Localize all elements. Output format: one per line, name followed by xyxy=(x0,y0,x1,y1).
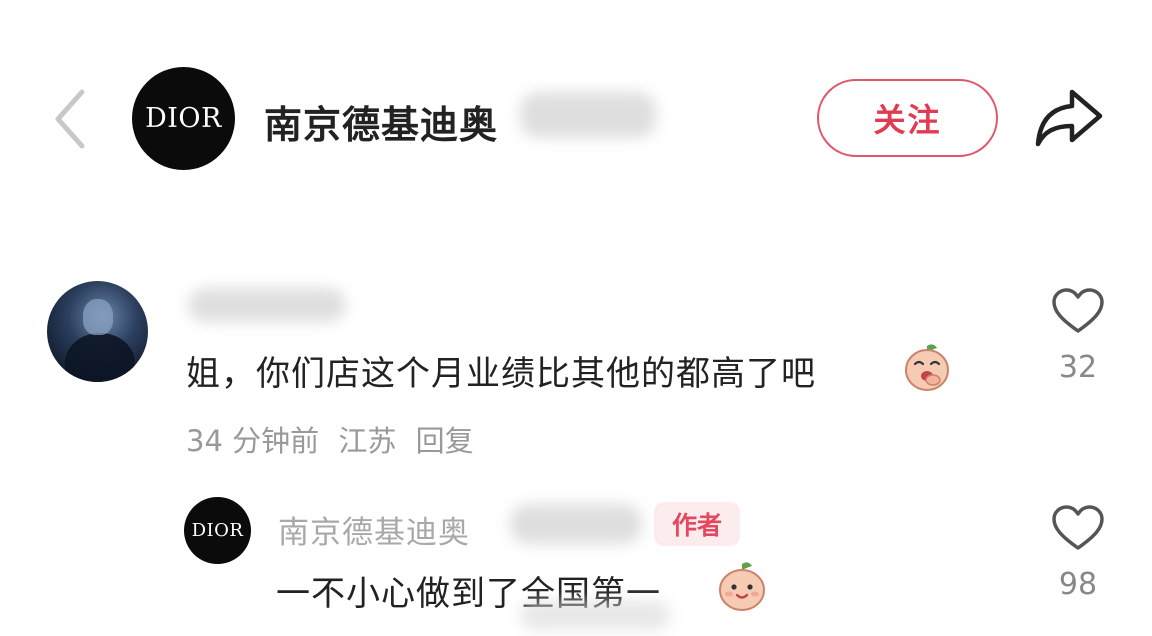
comment-text: 姐，你们店这个月业绩比其他的都高了吧 xyxy=(186,346,816,395)
account-name[interactable]: 南京德基迪奥 xyxy=(264,94,498,149)
laugh-emoji-icon xyxy=(905,344,949,391)
account-avatar[interactable]: DIOR xyxy=(132,67,235,170)
heart-outline-icon[interactable] xyxy=(1051,287,1105,335)
blurred-username-mask xyxy=(188,288,346,322)
reply-like-count: 98 xyxy=(1058,567,1098,602)
smile-emoji-icon xyxy=(719,562,765,611)
dior-logo-text: DIOR xyxy=(191,520,244,541)
comment-meta: 34 分钟前 江苏 回复 xyxy=(186,418,484,460)
comment-body: 姐，你们店这个月业绩比其他的都高了吧 xyxy=(186,354,816,394)
dior-logo-text: DIOR xyxy=(145,103,222,134)
blurred-reply-name-mask xyxy=(510,504,642,544)
share-arrow-icon[interactable] xyxy=(1034,86,1106,148)
reply-link[interactable]: 回复 xyxy=(416,424,474,458)
heart-outline-icon[interactable] xyxy=(1051,504,1105,552)
comment-location: 江苏 xyxy=(338,424,397,458)
blurred-watermark xyxy=(520,600,670,630)
follow-button[interactable]: 关注 xyxy=(817,79,998,157)
comment-like-count: 32 xyxy=(1058,350,1098,385)
reply-author-avatar[interactable]: DIOR xyxy=(184,497,251,564)
blurred-name-mask xyxy=(520,92,656,138)
commenter-avatar[interactable] xyxy=(47,281,148,382)
back-chevron-icon[interactable] xyxy=(48,86,92,152)
comment-page: DIOR 南京德基迪奥 关注 姐，你们店这个月业绩比其他的都高了吧 34 分钟前… xyxy=(0,0,1152,636)
author-badge: 作者 xyxy=(654,502,740,546)
comment-time: 34 分钟前 xyxy=(186,424,320,458)
reply-author-name[interactable]: 南京德基迪奥 xyxy=(278,507,470,552)
